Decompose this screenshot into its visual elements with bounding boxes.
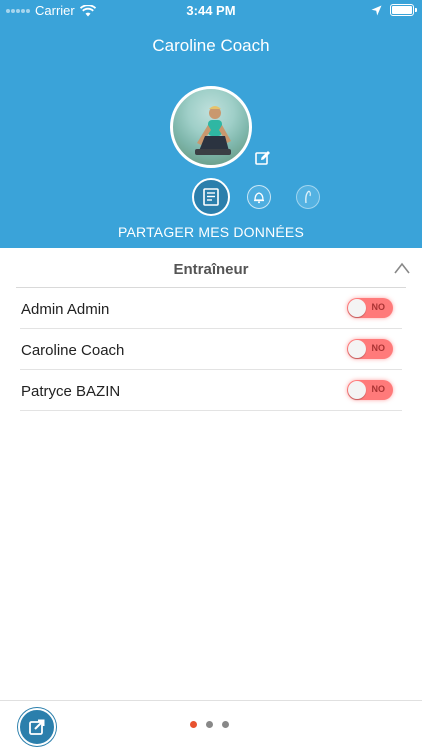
toggle-label: NO [371, 384, 386, 394]
nutrition-icon [305, 190, 311, 204]
list-item: Patryce BAZIN NO [20, 370, 402, 411]
edit-photo-icon[interactable] [255, 150, 271, 166]
list-item: Caroline Coach NO [20, 329, 402, 370]
avatar-photo [195, 106, 231, 155]
notebook-icon [203, 188, 219, 206]
toggle-knob [348, 381, 366, 399]
panel-title: Entraîneur [173, 261, 249, 278]
tab-notebook[interactable] [192, 178, 230, 216]
page-indicator [190, 721, 229, 728]
section-label: PARTAGER MES DONNÉES [117, 224, 305, 240]
toggle-label: NO [371, 302, 386, 312]
share-toggle[interactable]: NO [347, 298, 393, 318]
avatar[interactable] [170, 86, 252, 168]
status-bar: Carrier 3:44 PM [0, 0, 422, 22]
share-toggle[interactable]: NO [347, 380, 393, 400]
toggle-knob [348, 340, 366, 358]
status-time: 3:44 PM [186, 3, 236, 18]
location-arrow-icon [371, 5, 382, 15]
bell-icon [254, 192, 264, 204]
share-toggle[interactable]: NO [347, 339, 393, 359]
tab-notifications[interactable] [247, 185, 271, 209]
profile-tabs [0, 178, 422, 218]
panel-header[interactable]: Entraîneur [16, 248, 410, 288]
tab-nutrition[interactable] [296, 185, 320, 209]
coach-list: Admin Admin NO Caroline Coach NO Patryce… [20, 288, 402, 411]
page-dot[interactable] [190, 721, 197, 728]
share-button[interactable] [18, 708, 56, 746]
toggle-label: NO [371, 343, 386, 353]
page-title: Caroline Coach [152, 36, 270, 55]
share-icon [29, 719, 45, 735]
battery-icon [390, 4, 417, 16]
coach-name: Patryce BAZIN [21, 383, 121, 400]
coach-name: Admin Admin [21, 301, 110, 318]
list-item: Admin Admin NO [20, 288, 402, 329]
status-indicators [371, 4, 417, 16]
toggle-knob [348, 299, 366, 317]
chevron-up-icon[interactable] [394, 262, 410, 274]
bottom-bar [0, 700, 422, 750]
profile-header: Carrier 3:44 PM Caroline Coach PARTAGER … [0, 0, 422, 248]
coach-name: Caroline Coach [21, 342, 125, 359]
share-panel: Entraîneur Admin Admin NO Caroline Coach… [0, 248, 422, 700]
page-dot[interactable] [206, 721, 213, 728]
page-dot[interactable] [222, 721, 229, 728]
